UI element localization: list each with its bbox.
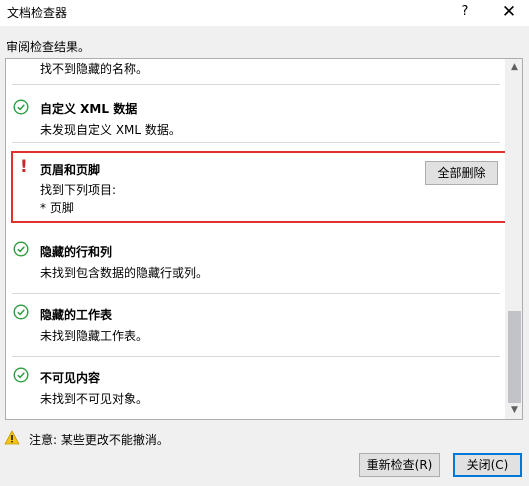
- check-circle-icon: [13, 367, 29, 383]
- item-title: 自定义 XML 数据: [40, 102, 138, 116]
- list-item-hidden-rows-columns: 隐藏的行和列 未找到包含数据的隐藏行或列。: [6, 231, 506, 294]
- item-title: 隐藏的工作表: [40, 308, 113, 322]
- remove-all-button[interactable]: 全部删除: [425, 161, 498, 185]
- exclamation-icon: !: [20, 157, 28, 177]
- item-description: 找不到隐藏的名称。: [40, 62, 149, 76]
- check-circle-icon: [13, 304, 29, 320]
- help-button[interactable]: ?: [455, 2, 475, 22]
- vertical-scrollbar[interactable]: ▲ ▼: [505, 59, 522, 419]
- check-circle-icon: [13, 241, 29, 257]
- list-item-invisible-content: 不可见内容 未找到不可见对象。: [6, 357, 506, 419]
- list-item-custom-xml: 自定义 XML 数据 未发现自定义 XML 数据。: [6, 85, 506, 143]
- scroll-up-arrow-icon[interactable]: ▲: [506, 59, 522, 76]
- item-description: 找到下列项目:: [40, 183, 117, 197]
- item-description: 未找到隐藏工作表。: [40, 329, 149, 343]
- item-description: 未找到包含数据的隐藏行或列。: [40, 266, 209, 280]
- list-item-hidden-names: 找不到隐藏的名称。: [6, 59, 506, 85]
- warning-triangle-icon: [4, 430, 20, 445]
- item-separator: [12, 142, 500, 143]
- item-title: 页眉和页脚: [40, 163, 101, 177]
- footer-note: 注意: 某些更改不能撤消。: [29, 433, 169, 447]
- item-title: 隐藏的行和列: [40, 245, 113, 259]
- list-item-header-footer: ! 页眉和页脚 找到下列项目: * 页脚 全部删除: [11, 151, 512, 223]
- dialog-subtitle: 审阅检查结果。: [6, 40, 91, 54]
- check-circle-icon: [13, 99, 29, 115]
- recheck-button[interactable]: 重新检查(R): [359, 453, 440, 477]
- results-list[interactable]: 找不到隐藏的名称。 自定义 XML 数据 未发现自定义 XML 数据。 ! 页眉…: [5, 58, 523, 420]
- item-title: 不可见内容: [40, 371, 101, 385]
- item-detail: * 页脚: [40, 201, 74, 215]
- scroll-down-arrow-icon[interactable]: ▼: [506, 402, 522, 419]
- scroll-thumb[interactable]: [508, 311, 521, 403]
- title-bar: 文档检查器 ? ✕: [0, 0, 529, 26]
- close-window-button[interactable]: ✕: [497, 1, 521, 23]
- item-description: 未发现自定义 XML 数据。: [40, 123, 181, 137]
- list-item-hidden-worksheets: 隐藏的工作表 未找到隐藏工作表。: [6, 294, 506, 357]
- close-button[interactable]: 关闭(C): [453, 453, 522, 477]
- item-description: 未找到不可见对象。: [40, 392, 149, 406]
- window-title: 文档检查器: [7, 6, 68, 20]
